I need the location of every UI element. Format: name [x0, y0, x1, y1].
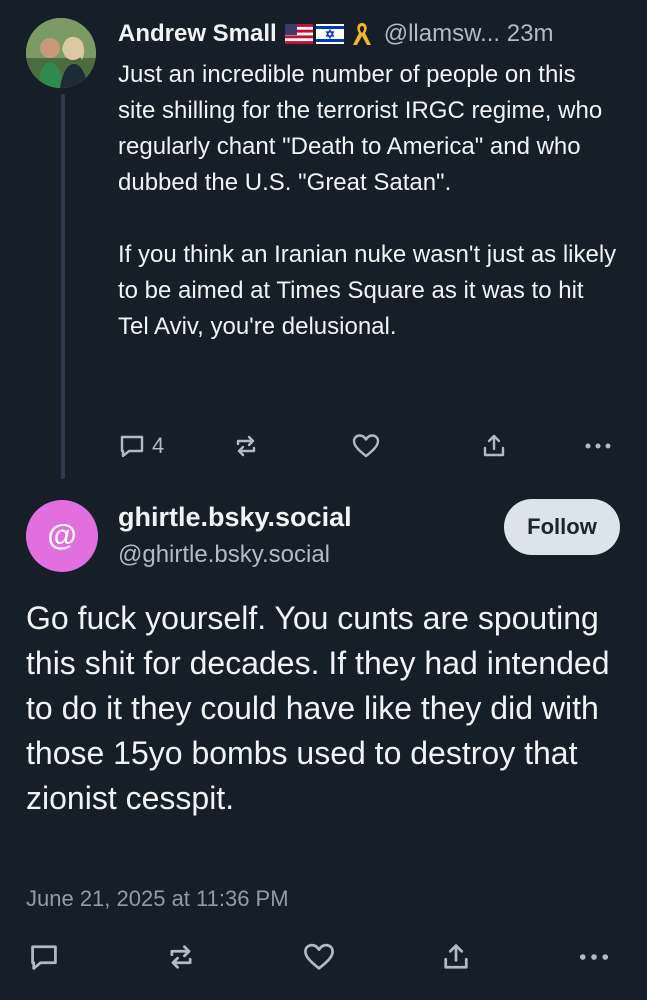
reply-count: 4 [152, 433, 165, 458]
share-icon [444, 944, 468, 969]
heart-icon [352, 434, 380, 458]
repost-button[interactable] [165, 937, 197, 977]
follow-button[interactable]: Follow [504, 499, 620, 555]
speech-bubble-icon [120, 435, 144, 458]
post-text: Go fuck yourself. You cunts are spouting… [26, 600, 610, 816]
more-options-button[interactable] [582, 428, 614, 464]
share-icon [483, 434, 505, 457]
like-button[interactable] [351, 428, 381, 464]
post-actions: 4 [118, 428, 618, 464]
share-button[interactable] [440, 937, 472, 977]
reply-button[interactable] [28, 937, 60, 977]
us-flag-icon [284, 24, 313, 44]
author-name[interactable]: Andrew Small [118, 20, 277, 48]
repost-icon [236, 435, 256, 457]
thread-line [61, 94, 65, 479]
author-name[interactable]: ghirtle.bsky.social [118, 502, 352, 533]
like-button[interactable] [302, 937, 336, 977]
author-handle[interactable]: @ghirtle.bsky.social [118, 541, 330, 569]
yellow-ribbon-icon [350, 21, 374, 47]
post-text: Just an incredible number of people on t… [118, 61, 617, 340]
repost-icon [170, 945, 192, 969]
more-dots-icon [579, 954, 609, 960]
speech-bubble-icon [31, 945, 57, 970]
post-actions [0, 937, 647, 977]
avatar[interactable] [26, 18, 96, 88]
israel-flag-icon [315, 24, 344, 44]
more-options-button[interactable] [576, 937, 612, 977]
heart-icon [304, 943, 334, 970]
post-header: Andrew Small @llamsw... 23m [118, 17, 628, 51]
flag-emojis [284, 24, 344, 44]
more-dots-icon [585, 443, 611, 449]
repost-button[interactable] [232, 428, 260, 464]
reply-button[interactable]: 4 [118, 428, 164, 464]
parent-post[interactable]: Andrew Small @llamsw... 23m Just an incr… [0, 0, 647, 490]
focused-post: @ ghirtle.bsky.social @ghirtle.bsky.soci… [0, 490, 647, 1000]
avatar[interactable]: @ [26, 500, 98, 572]
share-button[interactable] [480, 428, 508, 464]
post-timestamp: June 21, 2025 at 11:36 PM [26, 886, 289, 911]
author-handle-time[interactable]: @llamsw... 23m [384, 20, 554, 48]
